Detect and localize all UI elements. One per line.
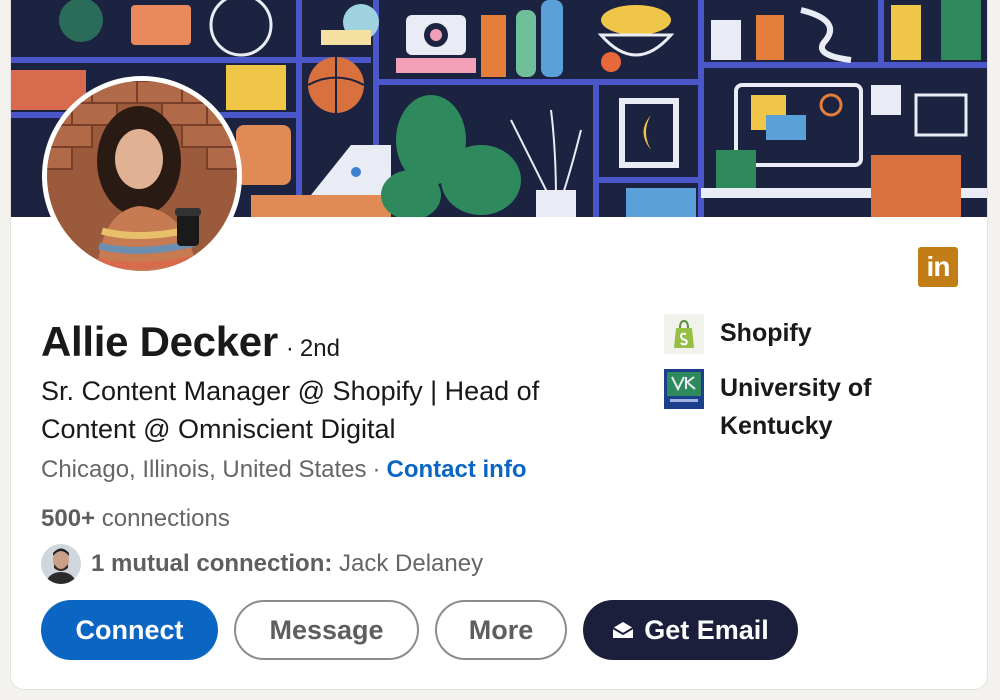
profile-photo (47, 81, 237, 271)
mutual-connection-name: Jack Delaney (332, 550, 484, 577)
contact-info-link[interactable]: Contact info (387, 456, 527, 483)
profile-name: Allie Decker (41, 318, 278, 365)
experience-shopify[interactable]: Shopify (664, 314, 812, 354)
connections-number: 500+ (41, 505, 96, 532)
linkedin-icon[interactable]: in (918, 247, 958, 287)
get-email-button[interactable]: Get Email (583, 600, 798, 660)
profile-headline: Sr. Content Manager @ Shopify | Head of … (41, 376, 540, 444)
action-buttons: Connect Message More Get Email (41, 600, 798, 660)
get-email-label: Get Email (644, 614, 769, 645)
experience-label: Shopify (720, 319, 812, 347)
degree-label: 2nd (299, 335, 340, 362)
shopify-bag-icon (664, 314, 704, 354)
mutual-connections[interactable]: 1 mutual connection: Jack Delaney (41, 544, 483, 584)
profile-location: Chicago, Illinois, United States (41, 456, 367, 483)
more-button[interactable]: More (435, 600, 567, 660)
location-separator: · (372, 456, 381, 483)
message-button[interactable]: Message (234, 600, 419, 660)
profile-card: in Allie Decker · 2nd Sr. Content Manager… (10, 0, 988, 690)
profile-avatar[interactable] (42, 76, 242, 276)
profile-location-row: Chicago, Illinois, United States · Contact… (41, 456, 526, 484)
education-label: University of Kentucky (720, 374, 872, 440)
connections-count[interactable]: 500+ connections (41, 505, 230, 533)
connect-button[interactable]: Connect (41, 600, 218, 660)
degree-separator: · (285, 335, 294, 362)
education-university-of-kentucky[interactable]: University of Kentucky (664, 369, 920, 445)
connections-label: connections (95, 505, 230, 532)
profile-name-row: Allie Decker · 2nd (41, 318, 340, 366)
connection-degree: · 2nd (286, 335, 340, 363)
envelope-icon (612, 621, 634, 639)
mutual-connection-text: 1 mutual connection: Jack Delaney (91, 550, 483, 578)
mutual-connection-avatar (41, 544, 81, 584)
university-of-kentucky-logo (664, 369, 704, 409)
mutual-connection-prefix: 1 mutual connection: (91, 550, 333, 577)
